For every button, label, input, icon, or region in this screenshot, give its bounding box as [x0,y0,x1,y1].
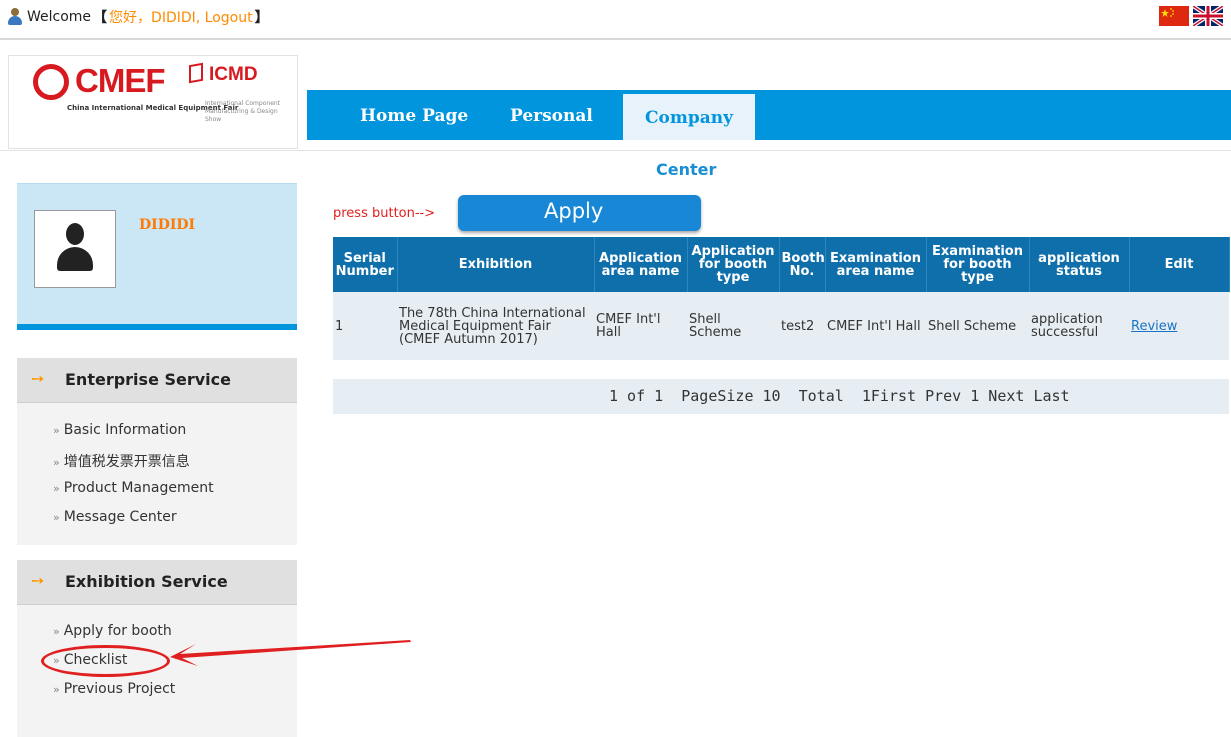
column-header: Examination area name [825,237,927,292]
welcome-bar: Welcome 【 您好，DIDIDI, Logout 】 [7,7,271,27]
review-link[interactable]: Review [1131,319,1177,334]
apply-button-label: Apply [544,199,604,223]
top-bar: Welcome 【 您好，DIDIDI, Logout 】 [0,0,1231,39]
column-header: Edit [1129,237,1230,292]
menu-item-apply-for-booth[interactable]: » Apply for booth [53,623,172,639]
apply-button[interactable]: Apply [458,195,701,231]
column-header: Examination for booth type [926,237,1030,292]
column-header: Booth No. [779,237,826,292]
bullet-icon: » [53,482,60,495]
cell-exam-area: CMEF Int'l Hall [825,292,926,360]
icmd-subtitle: International Component Manufacturing & … [205,100,281,123]
cell-exhibition: The 78th China International Medical Equ… [397,292,594,360]
column-header: Application area name [594,237,688,292]
bullet-icon: » [53,683,60,696]
cell-app-booth-type: Shell Scheme [687,292,779,360]
tab-home-page[interactable]: Home Page [360,90,468,140]
tab-personal[interactable]: Personal [510,90,593,140]
profile-card: DIDIDI [17,183,297,330]
tab-company[interactable]: Company [623,94,755,140]
bullet-icon: » [53,511,60,524]
column-header: Serial Number [333,237,398,292]
cell-serial: 1 [333,292,397,360]
table-header-row: Serial Number Exhibition Application are… [333,237,1230,292]
section-title: Enterprise Service [65,370,231,389]
cn-flag-icon[interactable] [1159,6,1189,26]
press-hint: press button--> [333,206,436,221]
enterprise-service-header[interactable]: ➙ Enterprise Service [17,358,297,403]
arrow-right-icon: ➙ [31,571,45,590]
highlight-ellipse [41,645,170,677]
menu-item-basic-information[interactable]: » Basic Information [53,422,186,438]
annotation-arrow-icon [170,640,411,666]
uk-flag-icon[interactable] [1193,6,1223,26]
menu-item-product-management[interactable]: » Product Management [53,480,214,496]
user-icon [7,8,23,26]
cell-app-area: CMEF Int'l Hall [594,292,687,360]
language-switcher [1159,6,1223,26]
column-header: Exhibition [397,237,595,292]
cmef-wordmark: CMEF [75,62,165,99]
section-title: Exhibition Service [65,572,228,591]
arrow-right-icon: ➙ [31,369,45,388]
bracket-close: 】 [254,10,269,26]
bullet-icon: » [53,625,60,638]
exhibition-service-header[interactable]: ➙ Exhibition Service [17,560,297,605]
pagination: 1 of 1 PageSize 10 Total 1First Prev 1 N… [333,379,1229,414]
cmef-emblem-icon [33,64,69,100]
menu-item-previous-project[interactable]: » Previous Project [53,681,175,697]
icmd-emblem-icon [189,62,203,84]
enterprise-service-menu: » Basic Information » 增值税发票开票信息 » Product M… [17,403,297,545]
main-nav: Home Page Personal Company [307,90,1231,140]
top-divider [0,38,1231,40]
profile-username: DIDIDI [139,217,196,233]
application-table: Serial Number Exhibition Application are… [333,237,1230,360]
table-row: 1 The 78th China International Medical E… [333,292,1229,360]
welcome-label: Welcome [27,9,92,25]
cell-exam-booth-type: Shell Scheme [926,292,1029,360]
cell-edit: Review [1129,292,1229,360]
cell-status: application successful [1029,292,1129,360]
logo[interactable]: CMEF China International Medical Equipme… [8,55,298,149]
avatar [34,210,116,288]
bracket-open: 【 [93,10,108,26]
icmd-wordmark: ICMD [209,64,258,85]
pagination-text[interactable]: 1 of 1 PageSize 10 Total 1First Prev 1 N… [609,387,1070,405]
column-header: application status [1029,237,1130,292]
page-title: Center [656,160,717,179]
bullet-icon: » [53,456,60,469]
menu-item-message-center[interactable]: » Message Center [53,509,177,525]
bullet-icon: » [53,424,60,437]
avatar-head-icon [66,223,84,245]
cell-booth-no: test2 [779,292,825,360]
avatar-body-icon [57,247,93,271]
nav-divider [0,150,1231,151]
menu-item-vat-invoice[interactable]: » 增值税发票开票信息 [53,451,190,471]
logout-link[interactable]: 您好，DIDIDI, Logout [109,7,253,27]
column-header: Application for booth type [687,237,780,292]
